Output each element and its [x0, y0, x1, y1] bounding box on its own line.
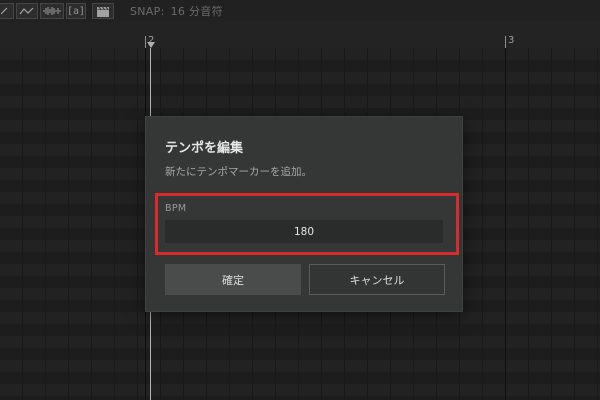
dialog-description: 新たにテンポマーカーを追加。: [165, 166, 312, 178]
confirm-button[interactable]: 確定: [165, 264, 301, 295]
dialog-title: テンポを編集: [165, 141, 244, 156]
bpm-label: BPM: [165, 203, 187, 214]
edit-tempo-dialog: テンポを編集 新たにテンポマーカーを追加。 BPM 確定 キャンセル: [145, 116, 463, 312]
piano-roll-editor: [a] SNAP: 16 分音符 2 3 テンポを編集 新たにテンポマーカーを追加…: [0, 0, 600, 400]
bpm-input[interactable]: [165, 220, 443, 243]
cancel-button[interactable]: キャンセル: [309, 264, 445, 295]
